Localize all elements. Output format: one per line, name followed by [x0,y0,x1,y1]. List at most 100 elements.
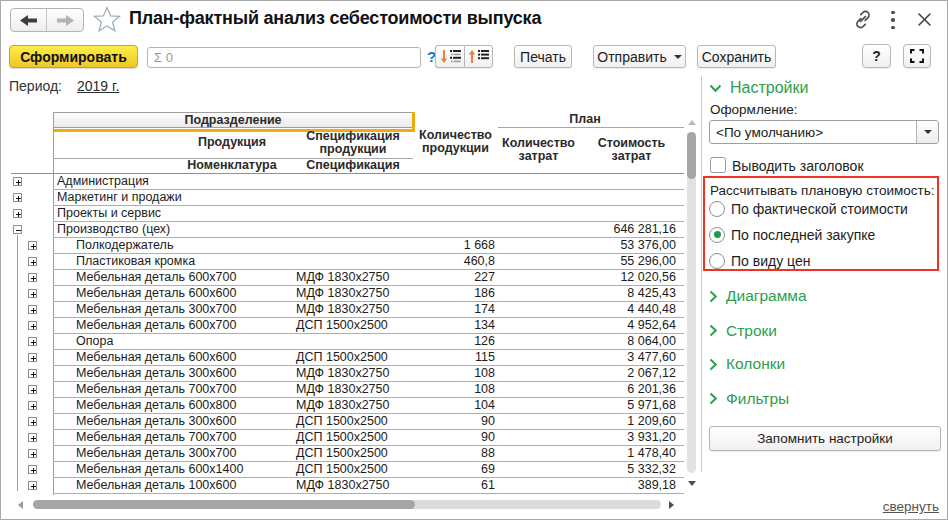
cell-qty: 90 [413,414,495,429]
column-header-product-spec[interactable]: Спецификация продукции [293,128,413,157]
period-value-link[interactable]: 2019 г. [77,78,119,94]
cell-qty: 460,8 [413,254,495,269]
tree-expand-icon[interactable] [28,385,37,394]
table-row[interactable]: Мебельная деталь 700х700МДФ 1830х2750108… [53,382,684,398]
table-row[interactable]: Мебельная деталь 300х600ДСП 1500х2500901… [53,414,684,430]
appearance-dropdown-button[interactable] [916,121,938,143]
appearance-select[interactable]: <По умолчанию> [709,120,939,144]
table-row[interactable]: Мебельная деталь 700х700ДСП 1500х2500903… [53,430,684,446]
tree-expand-icon[interactable] [28,433,37,442]
column-header-qty-production[interactable]: Количество продукции [413,112,498,172]
fullscreen-button[interactable] [903,44,931,68]
tree-expand-icon[interactable] [13,177,22,186]
table-row[interactable]: Мебельная деталь 100х600МДФ 1830х2750613… [53,478,684,494]
cell-spec: ДСП 1500х2500 [296,414,388,429]
vertical-scrollbar-thumb[interactable] [687,132,697,179]
sort-buttons-group [435,45,493,68]
tree-expand-icon[interactable] [28,273,37,282]
panel-splitter[interactable] [701,76,702,472]
scroll-down-icon[interactable] [688,481,696,486]
tree-expand-icon[interactable] [28,449,37,458]
tree-expand-icon[interactable] [13,209,22,218]
table-row[interactable]: Мебельная деталь 600х600МДФ 1830х2750186… [53,286,684,302]
send-button[interactable]: Отправить [593,45,686,68]
collapse-link[interactable]: свернуть [809,499,939,514]
radio-2-selected[interactable] [709,227,725,243]
scroll-right-icon[interactable] [669,501,674,509]
tree-expand-icon[interactable] [13,193,22,202]
column-header-production[interactable]: Продукция [171,128,293,157]
tree-collapse-icon[interactable] [13,225,22,234]
chevron-right-icon [709,290,718,303]
more-menu-icon[interactable] [889,11,897,29]
settings-section-header[interactable]: Настройки [709,79,808,97]
cell-name: Опора [76,334,113,349]
scroll-up-icon[interactable] [688,120,696,125]
column-header-qty-costs[interactable]: Количество затрат [498,127,579,172]
tree-expand-icon[interactable] [28,257,37,266]
favorite-star-icon[interactable] [93,6,121,32]
vertical-scrollbar-track[interactable] [687,132,697,473]
cell-qty: 61 [413,478,495,493]
table-row[interactable]: Производство (цех)646 281,16 [53,222,684,238]
radio-group-label: Рассчитывать плановую стоимость: [710,183,935,198]
table-row[interactable]: Пластиковая кромка460,855 296,00 [53,254,684,270]
tree-expand-icon[interactable] [28,465,37,474]
cell-qty: 115 [413,350,495,365]
print-button[interactable]: Печать [514,45,572,68]
table-row[interactable]: Мебельная деталь 600х1400ДСП 1500х250069… [53,462,684,478]
get-link-icon[interactable] [853,10,873,29]
sum-field[interactable]: Σ 0 [147,47,421,68]
table-row[interactable]: Проекты и сервис [53,206,684,222]
tree-expand-icon[interactable] [28,481,37,490]
table-row[interactable]: Мебельная деталь 300х600МДФ 1830х2750108… [53,366,684,382]
tree-expand-icon[interactable] [28,321,37,330]
tree-expand-icon[interactable] [28,241,37,250]
cell-name: Мебельная деталь 300х600 [76,414,236,429]
send-dropdown-icon [674,55,682,59]
table-row[interactable]: Мебельная деталь 300х700ДСП 1500х2500881… [53,446,684,462]
table-row[interactable]: Администрация [53,174,684,190]
section-header-1[interactable]: Диаграмма [709,287,807,305]
column-header-spec[interactable]: Спецификация [293,158,413,172]
forward-button[interactable] [47,9,83,31]
radio-3[interactable] [709,253,725,269]
tree-expand-icon[interactable] [28,289,37,298]
horizontal-scrollbar-thumb[interactable] [33,500,415,510]
table-row[interactable]: Опора1268 064,00 [53,334,684,350]
tree-expand-icon[interactable] [28,401,37,410]
save-button[interactable]: Сохранить [697,45,776,68]
cell-qty: 88 [413,446,495,461]
scroll-left-icon[interactable] [18,501,23,509]
table-row[interactable]: Маркетинг и продажи [53,190,684,206]
cell-cost: 3 931,20 [498,430,676,445]
column-header-plan[interactable]: План [489,112,681,127]
column-header-nomenclature[interactable]: Номенклатура [171,158,293,172]
tree-expand-icon[interactable] [28,305,37,314]
section-header-2[interactable]: Строки [709,322,777,340]
column-header-cost-costs[interactable]: Стоимость затрат [579,127,684,172]
tree-expand-icon[interactable] [28,337,37,346]
tree-expand-icon[interactable] [28,417,37,426]
tree-expand-icon[interactable] [28,369,37,378]
tree-expand-icon[interactable] [28,353,37,362]
table-row[interactable]: Мебельная деталь 300х700МДФ 1830х2750174… [53,302,684,318]
table-row[interactable]: Полкодержатель1 66853 376,00 [53,238,684,254]
sort-ascending-button[interactable] [464,45,493,68]
table-row[interactable]: Мебельная деталь 600х700МДФ 1830х2750227… [53,270,684,286]
table-row[interactable]: Мебельная деталь 600х700ДСП 1500х2500134… [53,318,684,334]
help-button[interactable]: ? [862,44,891,68]
table-row[interactable]: Мебельная деталь 600х800МДФ 1830х2750104… [53,398,684,414]
cell-qty: 126 [413,334,495,349]
section-header-4[interactable]: Фильтры [709,390,789,408]
sort-descending-button[interactable] [435,45,464,68]
generate-button[interactable]: Сформировать [9,45,138,68]
show-header-checkbox[interactable] [710,157,726,173]
table-row[interactable]: Мебельная деталь 600х600ДСП 1500х2500115… [53,350,684,366]
radio-1[interactable] [709,201,725,217]
column-header-department[interactable]: Подразделение [53,112,413,128]
back-button[interactable] [11,9,47,31]
close-icon[interactable] [917,12,932,27]
remember-settings-button[interactable]: Запомнить настройки [709,426,941,451]
section-header-3[interactable]: Колонки [709,355,785,373]
